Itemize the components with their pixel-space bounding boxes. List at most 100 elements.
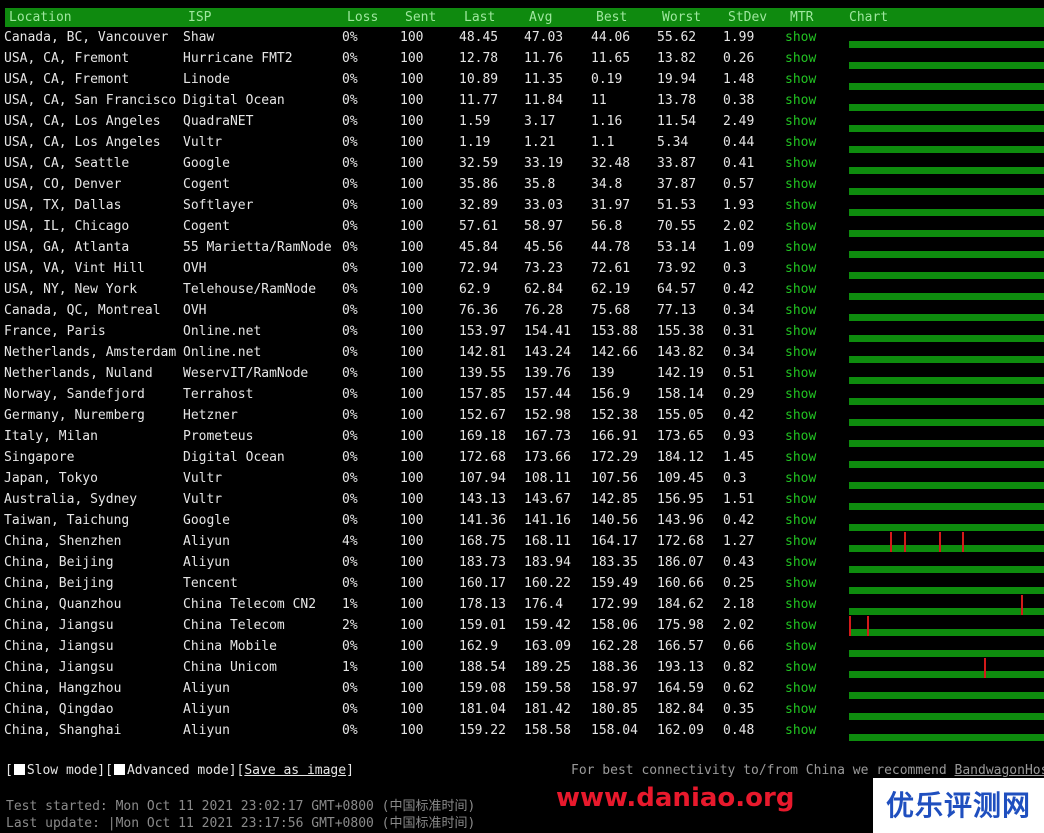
mtr-show-link[interactable]: show — [785, 237, 816, 258]
header-location[interactable]: Location — [9, 8, 72, 27]
mtr-show-link[interactable]: show — [785, 426, 816, 447]
mtr-show-link[interactable]: show — [785, 90, 816, 111]
header-avg[interactable]: Avg — [529, 8, 552, 27]
slow-mode-label[interactable]: Slow mode — [27, 763, 97, 778]
loss-cell: 0% — [342, 261, 358, 276]
mtr-show-link[interactable]: show — [785, 699, 816, 720]
worst-cell: 70.55 — [657, 219, 697, 234]
mtr-show-link[interactable]: show — [785, 69, 816, 90]
best-cell: 44.06 — [591, 30, 631, 45]
loss-cell: 0% — [342, 324, 358, 339]
loss-cell: 0% — [342, 219, 358, 234]
mtr-show-link[interactable]: show — [785, 468, 816, 489]
mtr-show-link[interactable]: show — [785, 552, 816, 573]
header-sent[interactable]: Sent — [405, 8, 436, 27]
mtr-show-link[interactable]: show — [785, 720, 816, 741]
latency-chart — [849, 384, 1044, 405]
save-as-image-link[interactable]: Save as image — [244, 763, 346, 778]
worst-cell: 184.62 — [657, 597, 704, 612]
mtr-show-link[interactable]: show — [785, 342, 816, 363]
mtr-show-link[interactable]: show — [785, 510, 816, 531]
table-row: China, Qingdao Aliyun 0% 100 181.04 181.42 180… — [0, 699, 1044, 720]
stdev-cell: 2.02 — [723, 219, 755, 234]
last-update: Last update: |Mon Oct 11 2021 23:17:56 G… — [6, 816, 476, 831]
last-cell: 45.84 — [459, 240, 499, 255]
avg-cell: 3.17 — [524, 114, 556, 129]
mtr-show-link[interactable]: show — [785, 111, 816, 132]
avg-cell: 158.58 — [524, 723, 571, 738]
best-cell: 32.48 — [591, 156, 631, 171]
table-row: Canada, BC, Vancouver Shaw 0% 100 48.45 47.03… — [0, 27, 1044, 48]
stdev-cell: 0.57 — [723, 177, 755, 192]
avg-cell: 139.76 — [524, 366, 571, 381]
sent-cell: 100 — [400, 618, 424, 633]
latency-chart — [849, 90, 1044, 111]
location-cell: China, Hangzhou — [4, 681, 122, 696]
mtr-show-link[interactable]: show — [785, 195, 816, 216]
worst-cell: 109.45 — [657, 471, 704, 486]
sent-cell: 100 — [400, 219, 424, 234]
best-cell: 72.61 — [591, 261, 631, 276]
loss-cell: 0% — [342, 366, 358, 381]
slow-mode-checkbox[interactable] — [13, 764, 25, 775]
loss-cell: 0% — [342, 156, 358, 171]
loss-cell: 0% — [342, 198, 358, 213]
best-cell: 156.9 — [591, 387, 631, 402]
location-cell: China, Beijing — [4, 555, 114, 570]
header-last[interactable]: Last — [464, 8, 495, 27]
mtr-show-link[interactable]: show — [785, 531, 816, 552]
loss-cell: 0% — [342, 93, 358, 108]
mtr-show-link[interactable]: show — [785, 363, 816, 384]
last-cell: 181.04 — [459, 702, 506, 717]
mtr-show-link[interactable]: show — [785, 384, 816, 405]
header-stdev[interactable]: StDev — [728, 8, 767, 27]
header-worst[interactable]: Worst — [662, 8, 701, 27]
worst-cell: 37.87 — [657, 177, 697, 192]
loss-cell: 0% — [342, 471, 358, 486]
mtr-show-link[interactable]: show — [785, 48, 816, 69]
avg-cell: 159.42 — [524, 618, 571, 633]
mtr-show-link[interactable]: show — [785, 678, 816, 699]
table-row: China, Beijing Tencent 0% 100 160.17 160.22 15… — [0, 573, 1044, 594]
loss-cell: 0% — [342, 492, 358, 507]
advanced-mode-label[interactable]: Advanced mode — [127, 763, 229, 778]
loss-cell: 0% — [342, 450, 358, 465]
sent-cell: 100 — [400, 660, 424, 675]
mtr-show-link[interactable]: show — [785, 27, 816, 48]
stdev-cell: 0.66 — [723, 639, 755, 654]
sent-cell: 100 — [400, 597, 424, 612]
mtr-show-link[interactable]: show — [785, 153, 816, 174]
latency-bar — [849, 566, 1044, 573]
header-loss[interactable]: Loss — [347, 8, 378, 27]
mtr-show-link[interactable]: show — [785, 132, 816, 153]
best-cell: 152.38 — [591, 408, 638, 423]
mtr-show-link[interactable]: show — [785, 573, 816, 594]
mtr-show-link[interactable]: show — [785, 258, 816, 279]
mtr-show-link[interactable]: show — [785, 615, 816, 636]
sent-cell: 100 — [400, 135, 424, 150]
mtr-show-link[interactable]: show — [785, 300, 816, 321]
mtr-show-link[interactable]: show — [785, 657, 816, 678]
loss-cell: 4% — [342, 534, 358, 549]
mtr-show-link[interactable]: show — [785, 636, 816, 657]
mtr-show-link[interactable]: show — [785, 216, 816, 237]
isp-cell: Google — [183, 513, 230, 528]
mtr-show-link[interactable]: show — [785, 594, 816, 615]
stdev-cell: 0.51 — [723, 366, 755, 381]
mtr-show-link[interactable]: show — [785, 405, 816, 426]
header-isp[interactable]: ISP — [188, 8, 211, 27]
worst-cell: 142.19 — [657, 366, 704, 381]
mtr-show-link[interactable]: show — [785, 489, 816, 510]
mtr-show-link[interactable]: show — [785, 279, 816, 300]
header-best[interactable]: Best — [596, 8, 627, 27]
mtr-show-link[interactable]: show — [785, 321, 816, 342]
bandwagonhost-link[interactable]: BandwagonHost — [955, 763, 1044, 778]
packet-loss-spike — [1021, 595, 1023, 615]
mtr-show-link[interactable]: show — [785, 174, 816, 195]
mtr-show-link[interactable]: show — [785, 447, 816, 468]
stdev-cell: 1.09 — [723, 240, 755, 255]
last-cell: 153.97 — [459, 324, 506, 339]
worst-cell: 173.65 — [657, 429, 704, 444]
advanced-mode-checkbox[interactable] — [113, 764, 125, 775]
last-cell: 48.45 — [459, 30, 499, 45]
